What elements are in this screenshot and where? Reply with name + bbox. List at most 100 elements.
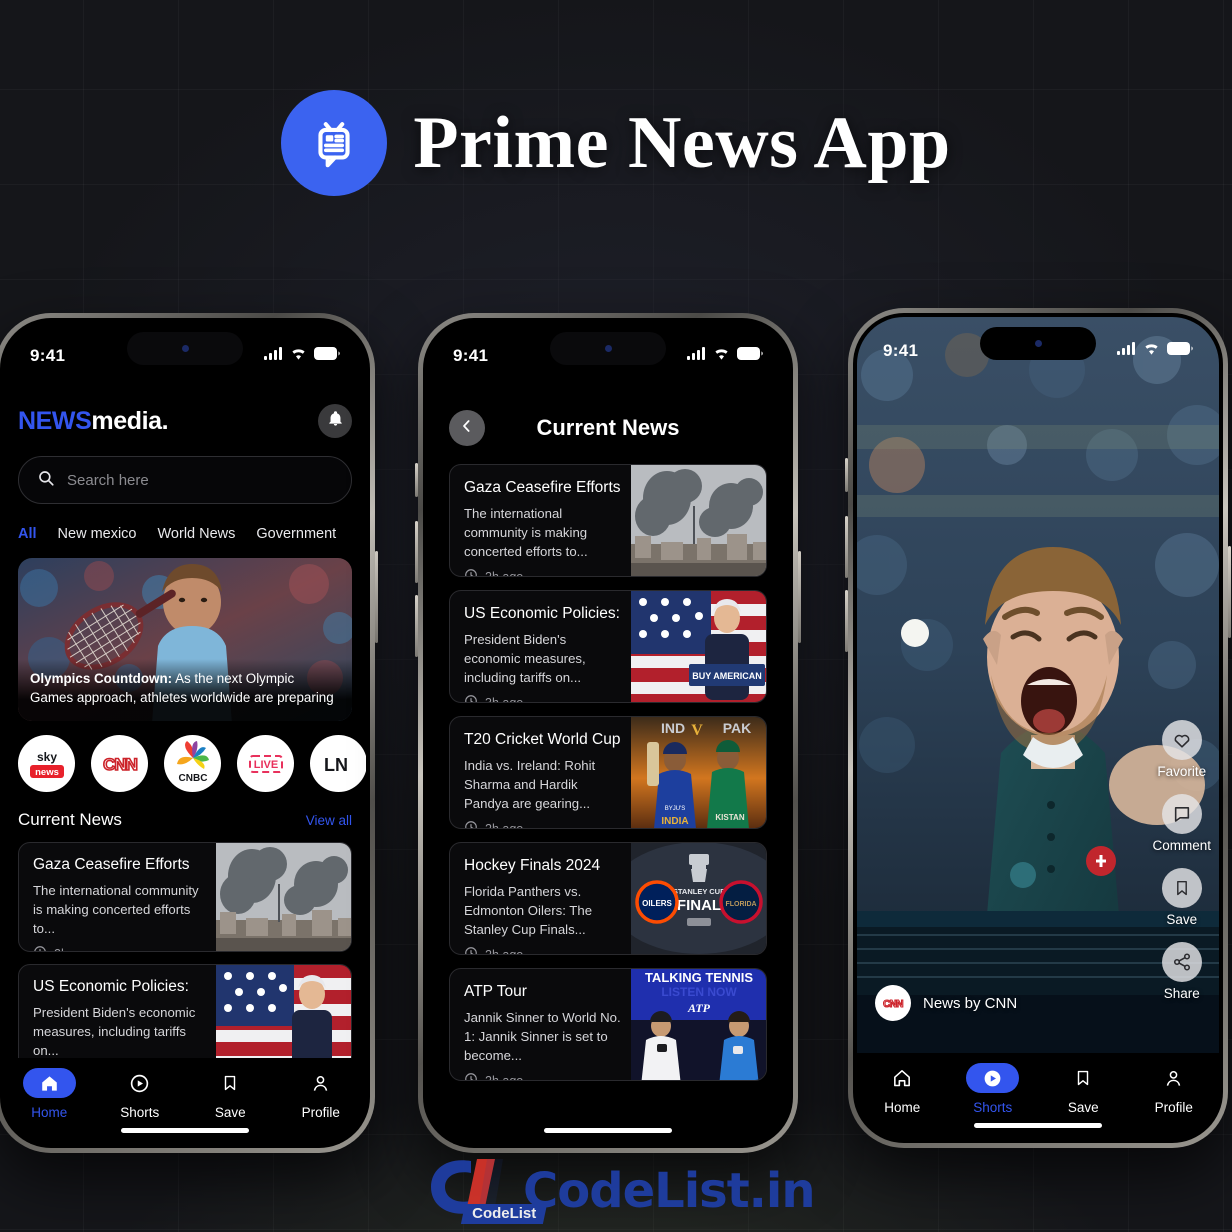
volume-down-button[interactable] [415, 595, 418, 657]
news-card-title: ATP Tour [464, 983, 527, 1000]
svg-text:BYJU'S: BYJU'S [665, 806, 685, 812]
category-new-mexico[interactable]: New mexico [58, 526, 137, 542]
svg-text:LIVE: LIVE [253, 759, 277, 771]
tab-shorts[interactable]: Shorts [948, 1063, 1039, 1115]
play-circle-icon [966, 1063, 1020, 1093]
power-button[interactable] [798, 551, 801, 643]
person-icon [1147, 1063, 1200, 1093]
svg-text:news: news [35, 767, 59, 778]
phone-mockup-current-news: Current News Gaza Ceasefire Efforts The … [415, 313, 801, 1153]
category-tabs[interactable]: All New mexico World News Government Edu [18, 526, 352, 542]
mute-switch[interactable] [415, 463, 418, 497]
volume-down-button[interactable] [845, 590, 848, 652]
ind-v-pak-cricket-photo: IND PAK V BYJU'S INDIA KISTAN [631, 717, 766, 828]
news-card-title: T20 Cricket World Cup [464, 731, 621, 748]
tab-profile[interactable]: Profile [1129, 1063, 1220, 1115]
bookmark-icon [1057, 1063, 1110, 1093]
news-card-gaza[interactable]: Gaza Ceasefire Efforts The international… [449, 464, 767, 577]
category-all[interactable]: All [18, 526, 37, 542]
svg-text:INDIA: INDIA [661, 816, 688, 827]
cnbc-logo[interactable]: CNBC [164, 735, 221, 792]
notification-button[interactable] [318, 404, 352, 438]
tab-save[interactable]: Save [1038, 1063, 1129, 1115]
codelist-watermark: CodeList.in CodeList [425, 1155, 816, 1226]
ln-logo[interactable]: LN [310, 735, 366, 792]
power-button[interactable] [1228, 546, 1231, 638]
news-card-hockey-finals[interactable]: Hockey Finals 2024 Florida Panthers vs. … [449, 842, 767, 955]
news-list: Gaza Ceasefire Efforts The international… [449, 464, 767, 1081]
svg-text:LISTEN NOW: LISTEN NOW [661, 985, 737, 999]
app-brand: NEWSmedia. [18, 407, 169, 436]
tab-save[interactable]: Save [185, 1068, 276, 1120]
watermark-text: CodeList.in [523, 1162, 816, 1219]
front-camera [604, 345, 612, 352]
source-logo-row[interactable]: sky news CNN CNBC LIVE LN [18, 735, 366, 792]
view-all-link[interactable]: View all [306, 813, 352, 828]
comment-icon [1161, 794, 1202, 834]
live-logo[interactable]: LIVE [237, 735, 294, 792]
news-card-us-economy[interactable]: US Economic Policies: President Biden's … [449, 590, 767, 703]
cnn-logo[interactable]: CNN [91, 735, 148, 792]
heart-icon [1161, 720, 1202, 760]
volume-up-button[interactable] [845, 516, 848, 578]
tab-label: Save [1067, 1100, 1099, 1115]
tab-shorts[interactable]: Shorts [95, 1068, 186, 1120]
search-bar[interactable] [18, 456, 352, 504]
tab-label: Home [31, 1105, 68, 1120]
svg-text:ATP: ATP [687, 1001, 711, 1015]
clock-icon [464, 820, 478, 828]
svg-text:PAK: PAK [723, 720, 752, 736]
tab-label: Profile [301, 1105, 340, 1120]
news-card-t20-cricket[interactable]: T20 Cricket World Cup India vs. Ireland:… [449, 716, 767, 829]
bell-icon [327, 410, 344, 432]
tab-profile[interactable]: Profile [276, 1068, 367, 1120]
shorts-action-rail[interactable]: Favorite Comment Save Share [1152, 720, 1211, 1001]
stanley-cup-final-photo: STANLEY CUP FINAL OILERS FLORIDA [609, 843, 766, 954]
screen-title: Current News [536, 415, 680, 440]
news-card-meta: 2h ago [33, 945, 204, 951]
tab-label: Shorts [120, 1105, 160, 1120]
section-title: Current News [18, 810, 122, 829]
category-world-news[interactable]: World News [158, 526, 236, 542]
talking-tennis-atp-photo: TALKING TENNIS LISTEN NOW ATP [631, 969, 766, 1080]
svg-text:V: V [691, 722, 703, 739]
svg-text:BUY AMERICAN: BUY AMERICAN [692, 671, 762, 681]
volume-up-button[interactable] [415, 521, 418, 583]
share-action[interactable]: Share [1161, 942, 1202, 1001]
news-card-description: The international community is making co… [33, 882, 199, 936]
hero-article-card[interactable]: Olympics Countdown: As the next Olympic … [18, 558, 352, 721]
news-card-title: Hockey Finals 2024 [464, 857, 601, 874]
news-card-description: Jannik Sinner to World No. 1: Jannik Sin… [464, 1009, 621, 1063]
video-source[interactable]: CNN News by CNN [875, 985, 1017, 1021]
power-button[interactable] [375, 551, 378, 643]
home-indicator [121, 1128, 249, 1133]
search-icon [37, 469, 55, 492]
news-card-time: 2h ago [485, 569, 524, 577]
tab-label: Save [214, 1105, 246, 1120]
save-action[interactable]: Save [1161, 868, 1202, 927]
gaza-smoke-photo [631, 465, 766, 576]
news-card-title: US Economic Policies: [464, 605, 620, 622]
sky-news-logo[interactable]: sky news [18, 735, 75, 792]
watermark-badge: CodeList [460, 1204, 548, 1224]
biden-flag-photo: BUY AMERICAN [631, 591, 766, 702]
source-label: News by CNN [923, 994, 1018, 1012]
search-input[interactable] [67, 471, 333, 489]
mute-switch[interactable] [845, 458, 848, 492]
tab-home[interactable]: Home [4, 1068, 95, 1120]
dynamic-island [550, 332, 666, 365]
svg-text:IND: IND [661, 720, 685, 736]
home-indicator [544, 1128, 672, 1133]
news-card-time: 3h ago [485, 695, 524, 703]
clock-icon [464, 946, 478, 954]
phone-mockup-home: NEWSmedia. All New mex [0, 313, 378, 1153]
tab-home[interactable]: Home [857, 1063, 948, 1115]
category-government[interactable]: Government [256, 526, 336, 542]
news-card-title: Gaza Ceasefire Efforts [464, 479, 621, 496]
news-card-atp-tour[interactable]: ATP Tour Jannik Sinner to World No. 1: J… [449, 968, 767, 1081]
comment-action[interactable]: Comment [1152, 794, 1211, 853]
gaza-smoke-photo [216, 843, 351, 951]
news-card-gaza[interactable]: Gaza Ceasefire Efforts The international… [18, 842, 352, 952]
favorite-action[interactable]: Favorite [1157, 720, 1206, 779]
svg-text:KISTAN: KISTAN [715, 813, 744, 822]
